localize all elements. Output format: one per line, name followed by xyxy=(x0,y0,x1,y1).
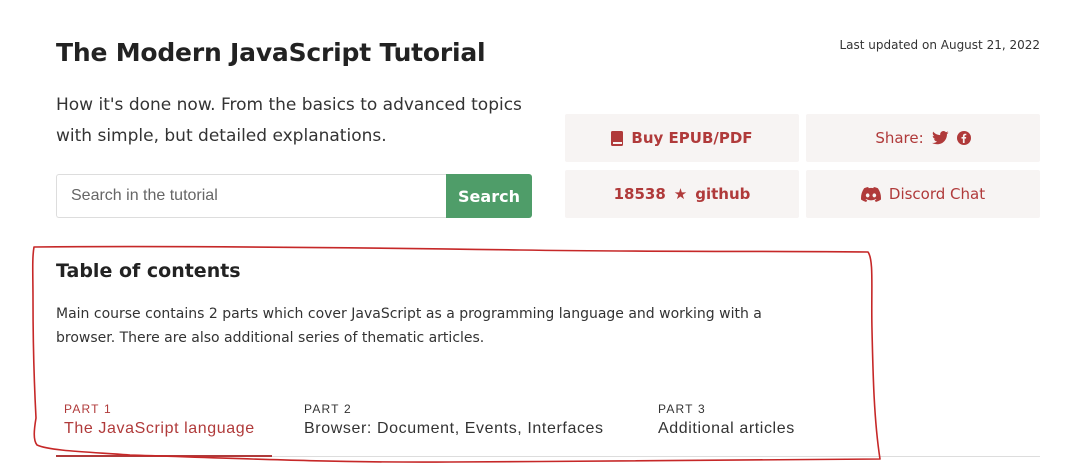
share-label: Share: xyxy=(875,129,924,147)
part-number: PART 3 xyxy=(658,402,706,416)
search-input[interactable] xyxy=(56,174,448,218)
toc-description: Main course contains 2 parts which cover… xyxy=(56,306,762,346)
part-number: PART 1 xyxy=(64,402,112,416)
book-icon xyxy=(611,130,624,146)
active-tab-underline xyxy=(56,455,272,457)
tab-part-3[interactable]: PART 3 Additional articles xyxy=(658,402,795,438)
discord-icon xyxy=(860,186,881,202)
page-title: The Modern JavaScript Tutorial xyxy=(56,38,486,67)
facebook-icon[interactable] xyxy=(956,131,971,145)
discord-chat-button[interactable]: Discord Chat xyxy=(806,170,1040,218)
github-label: github xyxy=(695,185,751,203)
part-title: Browser: Document, Events, Interfaces xyxy=(304,420,604,437)
twitter-icon[interactable] xyxy=(931,131,949,145)
discord-chat-label: Discord Chat xyxy=(888,185,986,203)
github-stars-button[interactable]: 18538 ★ github xyxy=(565,170,799,218)
tab-part-2[interactable]: PART 2 Browser: Document, Events, Interf… xyxy=(304,402,604,438)
last-updated-text: Last updated on August 21, 2022 xyxy=(839,38,1040,52)
buy-epub-pdf-label: Buy EPUB/PDF xyxy=(631,129,753,147)
toc-heading: Table of contents xyxy=(56,260,241,282)
github-star-count: 18538 xyxy=(613,185,666,203)
share-tile: Share: xyxy=(806,114,1040,162)
page-subtitle: How it's done now. From the basics to ad… xyxy=(56,95,522,146)
buy-epub-pdf-button[interactable]: Buy EPUB/PDF xyxy=(565,114,799,162)
part-number: PART 2 xyxy=(304,402,352,416)
search-button[interactable]: Search xyxy=(446,174,532,218)
part-title: The JavaScript language xyxy=(64,420,255,437)
part-title: Additional articles xyxy=(658,420,795,437)
tab-part-1[interactable]: PART 1 The JavaScript language xyxy=(64,402,255,438)
star-icon: ★ xyxy=(673,185,688,203)
